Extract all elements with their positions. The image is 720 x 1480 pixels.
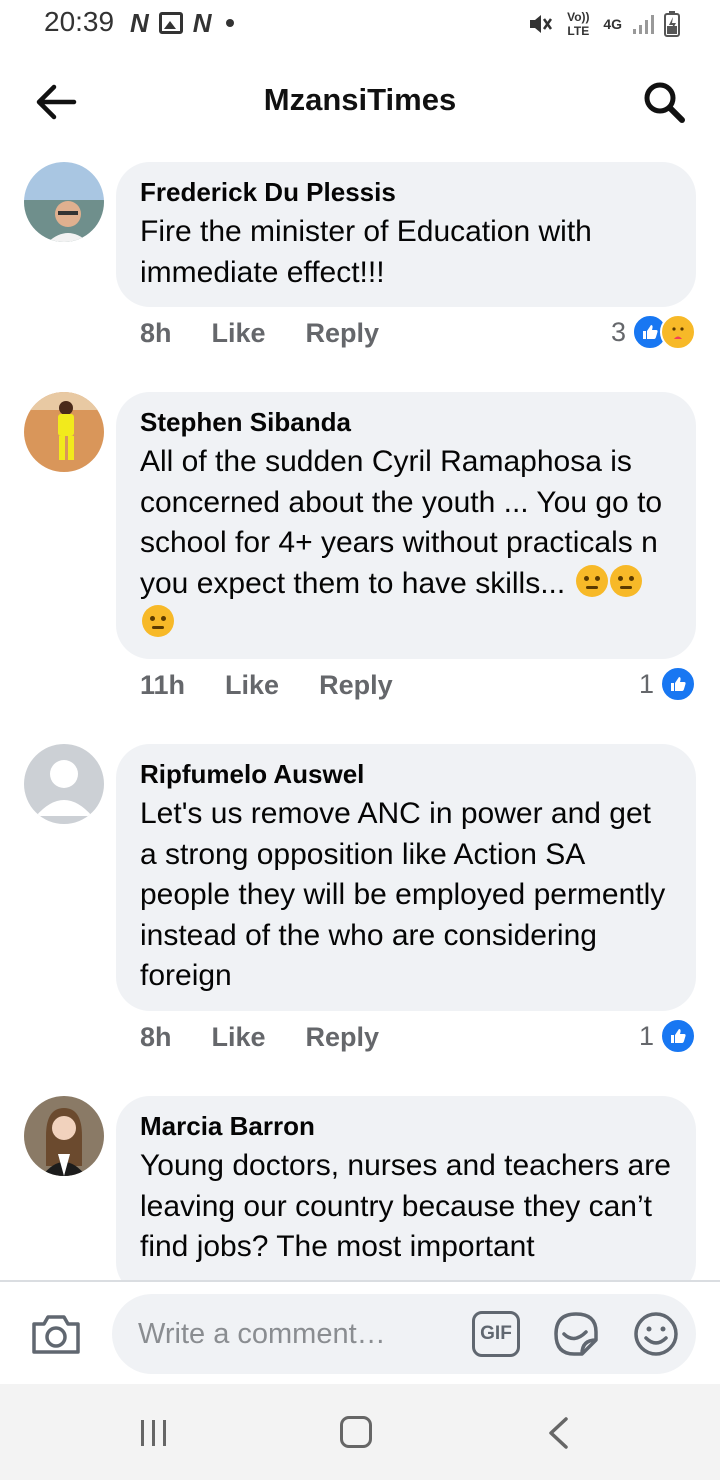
volte-icon: Vo)) LTE	[567, 10, 590, 38]
reaction-summary[interactable]: 1	[639, 666, 696, 702]
comment-bubble[interactable]: Stephen Sibanda All of the sudden Cyril …	[116, 392, 696, 659]
system-back-icon[interactable]	[546, 1416, 570, 1450]
comment-text: Fire the minister of Education with imme…	[140, 215, 592, 289]
like-button[interactable]: Like	[212, 318, 266, 349]
reaction-summary[interactable]: 1	[639, 1018, 696, 1054]
comment-time[interactable]: 8h	[140, 1022, 172, 1053]
comment-time[interactable]: 11h	[140, 670, 185, 701]
reply-button[interactable]: Reply	[319, 670, 393, 701]
like-reaction-icon	[660, 666, 696, 702]
battery-charging-icon	[664, 11, 680, 37]
reply-button[interactable]: Reply	[306, 318, 380, 349]
network-type-icon: 4G	[603, 16, 622, 32]
gif-icon[interactable]: GIF	[472, 1311, 520, 1357]
reaction-count: 3	[610, 316, 626, 347]
like-reaction-icon	[660, 1018, 696, 1054]
camera-icon[interactable]	[30, 1312, 82, 1356]
emoji-icon[interactable]	[632, 1310, 680, 1358]
like-button[interactable]: Like	[225, 670, 279, 701]
thinking-face-icon	[609, 564, 642, 597]
comment-composer: GIF	[0, 1280, 720, 1386]
comment-input[interactable]	[112, 1294, 696, 1374]
system-icons: Vo)) LTE 4G	[527, 10, 680, 38]
status-bar: 20:39 N N Vo)) LTE 4G	[0, 0, 720, 50]
care-reaction-icon	[660, 314, 696, 350]
more-notifications-dot	[225, 19, 234, 27]
mute-icon	[530, 15, 553, 33]
search-icon[interactable]	[642, 80, 686, 124]
comment-author[interactable]: Frederick Du Plessis	[140, 176, 672, 208]
avatar[interactable]	[24, 744, 104, 824]
comment-bubble[interactable]: Ripfumelo Auswel Let's us remove ANC in …	[116, 744, 696, 1011]
news-icon: N	[130, 8, 149, 38]
comment-bubble[interactable]: Frederick Du Plessis Fire the minister o…	[116, 162, 696, 307]
reaction-count: 1	[638, 1020, 654, 1051]
page-title: MzansiTimes	[263, 82, 457, 117]
comment-text: All of the sudden Cyril Ramaphosa is con…	[140, 442, 672, 645]
sticker-icon[interactable]	[550, 1310, 600, 1358]
avatar[interactable]	[24, 392, 104, 472]
image-icon	[158, 12, 183, 34]
avatar[interactable]	[24, 1096, 104, 1176]
news-icon: N	[192, 8, 212, 38]
thinking-face-icon	[575, 564, 608, 597]
home-icon[interactable]	[340, 1416, 372, 1448]
comment-actions: 8h Like Reply	[140, 1022, 419, 1053]
avatar[interactable]	[24, 162, 104, 242]
notification-icons: N N	[130, 10, 234, 36]
comment-text: Young doctors, nurses and teachers are l…	[140, 1149, 671, 1263]
comment-author[interactable]: Marcia Barron	[140, 1110, 672, 1142]
comment-bubble[interactable]: Marcia Barron Young doctors, nurses and …	[116, 1096, 696, 1296]
signal-icon	[633, 15, 654, 34]
like-button[interactable]: Like	[212, 1022, 266, 1053]
thinking-face-icon	[142, 605, 174, 637]
app-header: MzansiTimes	[0, 52, 720, 148]
recent-apps-icon[interactable]	[138, 1418, 170, 1448]
comment-text: Let's us remove ANC in power and get a s…	[140, 797, 666, 992]
comment-author[interactable]: Stephen Sibanda	[140, 406, 672, 438]
comment-actions: 11h Like Reply	[140, 670, 433, 701]
comment-author[interactable]: Ripfumelo Auswel	[140, 758, 672, 790]
status-time: 20:39	[44, 6, 115, 37]
reaction-count: 1	[638, 668, 654, 699]
system-navigation-bar	[0, 1384, 720, 1480]
comment-time[interactable]: 8h	[140, 318, 172, 349]
reaction-summary[interactable]: 3	[611, 314, 696, 350]
reply-button[interactable]: Reply	[306, 1022, 380, 1053]
comment-actions: 8h Like Reply	[140, 318, 419, 349]
